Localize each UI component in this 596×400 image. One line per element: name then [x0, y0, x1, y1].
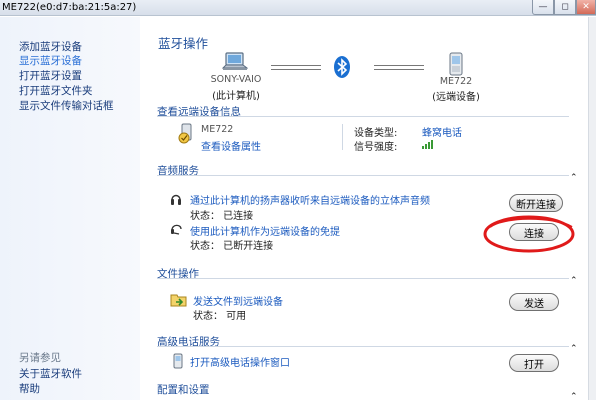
minimize-button[interactable]: — [532, 0, 554, 15]
send-button[interactable]: 发送 [509, 293, 559, 311]
phone-icon [173, 353, 183, 369]
collapse-file-chevron-up-icon[interactable]: ⌃ [570, 276, 578, 286]
open-advanced-phone-link[interactable]: 打开高级电话操作窗口 [190, 354, 290, 369]
collapse-audio-chevron-up-icon[interactable]: ⌃ [570, 173, 578, 183]
info-divider [342, 124, 343, 150]
section-device-info: 查看远端设备信息 [157, 104, 577, 118]
nav-show-bluetooth-devices[interactable]: 显示蓝牙设备 [19, 53, 82, 68]
nav-about-bluetooth-software[interactable]: 关于蓝牙软件 [19, 366, 82, 381]
stereo-audio-service-link[interactable]: 通过此计算机的扬声器收听来自远端设备的立体声音频 [190, 192, 430, 207]
nav-open-bluetooth-settings[interactable]: 打开蓝牙设置 [19, 68, 82, 83]
device-type-value[interactable]: 蜂窝电话 [422, 124, 462, 139]
local-device-name: SONY-VAIO [210, 74, 262, 85]
page-heading: 蓝牙操作 [158, 36, 209, 51]
signal-strength-label: 信号强度: [354, 142, 398, 153]
local-device-label: (此计算机) [212, 91, 260, 102]
remote-device-name-info: ME722 [201, 124, 234, 135]
send-file-icon [170, 294, 187, 307]
send-file-link[interactable]: 发送文件到远端设备 [193, 293, 283, 308]
bluetooth-icon [334, 56, 350, 78]
collapse-config-chevron-up-icon[interactable]: ⌃ [570, 392, 578, 400]
stereo-audio-status: 状态： 已连接 [190, 211, 254, 222]
nav-open-bluetooth-folder[interactable]: 打开蓝牙文件夹 [19, 83, 93, 98]
handsfree-status: 状态： 已断开连接 [190, 241, 274, 252]
section-config-settings-title: 配置和设置 [157, 384, 210, 396]
view-device-properties-link[interactable]: 查看设备属性 [201, 138, 261, 153]
device-type-label: 设备类型: [354, 128, 398, 139]
vertical-scrollbar[interactable] [588, 17, 596, 400]
disconnect-button[interactable]: 断开连接 [509, 194, 563, 212]
open-button[interactable]: 打开 [509, 354, 559, 372]
signal-strength-icon [422, 140, 433, 149]
title-bar: ME722(e0:d7:ba:21:5a:27) — ◻ ✕ [0, 0, 596, 16]
remote-device-name: ME722 [439, 76, 473, 87]
device-properties-icon [178, 123, 192, 144]
handsfree-service-link[interactable]: 使用此计算机作为远端设备的免提 [190, 223, 340, 238]
connection-line-right [374, 65, 424, 70]
mobile-phone-icon [449, 52, 463, 76]
annotation-circle [483, 215, 575, 253]
laptop-icon [222, 52, 248, 70]
handsfree-headset-icon [171, 224, 182, 235]
connection-line-left [271, 65, 321, 70]
nav-add-bluetooth-device[interactable]: 添加蓝牙设备 [19, 39, 82, 54]
see-also-heading: 另请参见 [19, 352, 61, 364]
window-title: ME722(e0:d7:ba:21:5a:27) [2, 2, 137, 13]
section-audio-services: 音频服务 [157, 163, 577, 177]
remote-device-label: (远端设备) [432, 92, 480, 103]
section-advanced-phone: 高级电话服务 [157, 334, 577, 348]
collapse-phone-chevron-up-icon[interactable]: ⌃ [570, 344, 578, 354]
close-button[interactable]: ✕ [576, 0, 596, 15]
maximize-button[interactable]: ◻ [554, 0, 576, 15]
nav-help[interactable]: 帮助 [19, 381, 40, 396]
nav-show-file-transfer-dialog[interactable]: 显示文件传输对话框 [19, 98, 114, 113]
section-config-settings: 配置和设置 [157, 382, 577, 396]
send-file-status: 状态： 可用 [193, 311, 247, 322]
section-file-operations: 文件操作 [157, 266, 577, 280]
headphones-icon [171, 194, 181, 205]
